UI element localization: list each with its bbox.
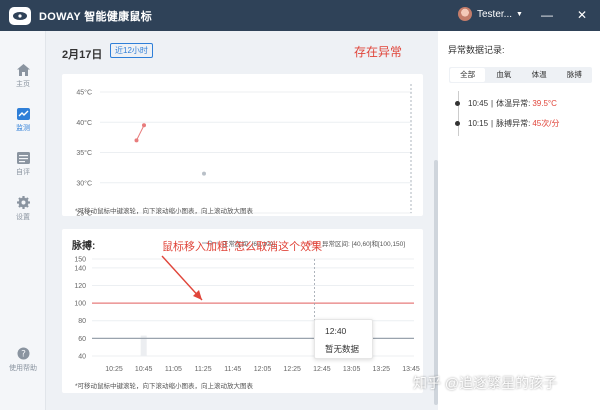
minimize-button[interactable]: —: [540, 8, 554, 22]
x-tick-label: 13:45: [402, 366, 420, 373]
sidebar-item-home[interactable]: 主页: [0, 64, 46, 104]
app-title: DOWAY 智能健康鼠标: [39, 10, 153, 23]
x-tick-label: 12:25: [283, 366, 301, 373]
app-logo-icon: [9, 6, 31, 25]
timeline-dot: [455, 101, 460, 106]
y-tick-label: 40: [78, 354, 86, 361]
list-item: 10:45 | 体温异常: 39.5°C: [455, 98, 557, 109]
record-value: 45次/分: [532, 119, 560, 128]
data-point: [134, 138, 139, 143]
sidebar: 主页 监测 自评 设置 ? 使用帮助: [0, 31, 46, 410]
tab-all[interactable]: 全部: [450, 68, 486, 82]
sidebar-item-label: 设置: [16, 214, 30, 221]
x-tick-label: 11:25: [195, 366, 212, 373]
tooltip-value: 暂无数据: [325, 344, 360, 354]
records-title: 异常数据记录:: [448, 45, 505, 55]
sidebar-item-monitor[interactable]: 监测: [0, 108, 46, 148]
record-label: 脉搏异常:: [496, 119, 531, 128]
temperature-hint: *可移动鼠标中键滚轮，向下滚动缩小图表，向上滚动放大图表: [75, 208, 254, 215]
y-tick-label: 60: [78, 336, 86, 343]
abnormal-status: 存在异常: [354, 45, 403, 59]
timeline-dot: [455, 121, 460, 126]
x-tick-label: 11:05: [165, 366, 182, 373]
monitor-chart-icon: [16, 108, 30, 120]
title-bar: DOWAY 智能健康鼠标 Tester... ▼ — ✕: [0, 0, 600, 31]
y-tick-label: 80: [78, 318, 86, 325]
record-value: 39.5°C: [532, 99, 557, 108]
temperature-card: 25°C30°C35°C40°C45°C10:2510:4511:0511:25…: [62, 74, 423, 228]
x-tick-label: 11:45: [224, 366, 241, 373]
y-tick-label: 30°C: [76, 179, 92, 187]
tab-pulse[interactable]: 脉搏: [557, 67, 592, 83]
sidebar-item-label: 自评: [16, 169, 30, 176]
y-tick-label: 100: [74, 301, 86, 308]
y-tick-label: 45°C: [76, 89, 92, 97]
page-date: 2月17日: [62, 49, 103, 61]
sidebar-item-label: 主页: [16, 81, 30, 88]
sidebar-item-label: 监测: [16, 125, 30, 132]
sidebar-item-label: 使用帮助: [9, 365, 37, 372]
home-icon: [16, 64, 30, 76]
y-tick-label: 35°C: [76, 149, 92, 157]
x-tick-label: 10:45: [135, 366, 153, 373]
pulse-hint: *可移动鼠标中键滚轮，向下滚动缩小图表，向上滚动放大图表: [75, 383, 254, 390]
y-tick-label: 120: [74, 283, 86, 290]
record-time: 10:45: [468, 99, 489, 108]
record-label: 体温异常:: [496, 99, 531, 108]
tooltip-time: 12:40: [325, 326, 347, 336]
tab-temperature[interactable]: 体温: [522, 67, 557, 83]
settings-gear-icon: [16, 196, 30, 209]
x-tick-label: 12:05: [254, 366, 272, 373]
x-tick-label: 13:05: [343, 366, 361, 373]
user-name: Tester...: [477, 8, 513, 20]
chevron-down-icon: ▼: [516, 10, 523, 18]
annotation-text: 鼠标移入加粗, 怎么取消这个效果: [162, 241, 323, 253]
user-menu[interactable]: Tester... ▼: [458, 7, 523, 21]
data-point: [202, 171, 206, 176]
watermark: 知乎 @追逐繁星的孩子: [413, 375, 558, 391]
help-icon: ?: [17, 347, 29, 360]
y-tick-label: 40°C: [76, 119, 92, 127]
data-point: [142, 123, 146, 128]
self-assessment-icon: [16, 152, 30, 164]
sidebar-item-self-assessment[interactable]: 自评: [0, 152, 46, 192]
sidebar-item-help[interactable]: ? 使用帮助: [0, 347, 46, 387]
x-tick-label: 12:45: [313, 366, 331, 373]
abnormal-records-panel: 异常数据记录: 全部 血氧 体温 脉搏 10:45 | 体温异常: 39.5°C…: [438, 31, 600, 410]
x-tick-label: 10:25: [105, 366, 123, 373]
x-tick-label: 13:25: [373, 366, 391, 373]
series-line: [136, 125, 145, 141]
list-item: 10:15 | 脉搏异常: 45次/分: [455, 118, 559, 129]
time-range-badge[interactable]: 近12小时: [110, 43, 153, 58]
chart-tooltip: 12:40 暂无数据: [314, 319, 373, 359]
sidebar-item-settings[interactable]: 设置: [0, 196, 46, 236]
close-button[interactable]: ✕: [575, 8, 589, 22]
record-time: 10:15: [468, 119, 489, 128]
y-tick-label: 140: [74, 265, 86, 272]
svg-text:?: ?: [21, 350, 26, 360]
avatar: [458, 7, 472, 21]
y-tick-label: 150: [74, 257, 86, 264]
temperature-chart[interactable]: 25°C30°C35°C40°C45°C10:2510:4511:0511:25…: [62, 74, 423, 228]
tab-blood-oxygen[interactable]: 血氧: [486, 67, 521, 83]
monitor-main: 2月17日 近12小时 存在异常 25°C30°C35°C40°C45°C10:…: [46, 31, 438, 410]
records-tabs: 全部 血氧 体温 脉搏: [449, 67, 592, 83]
